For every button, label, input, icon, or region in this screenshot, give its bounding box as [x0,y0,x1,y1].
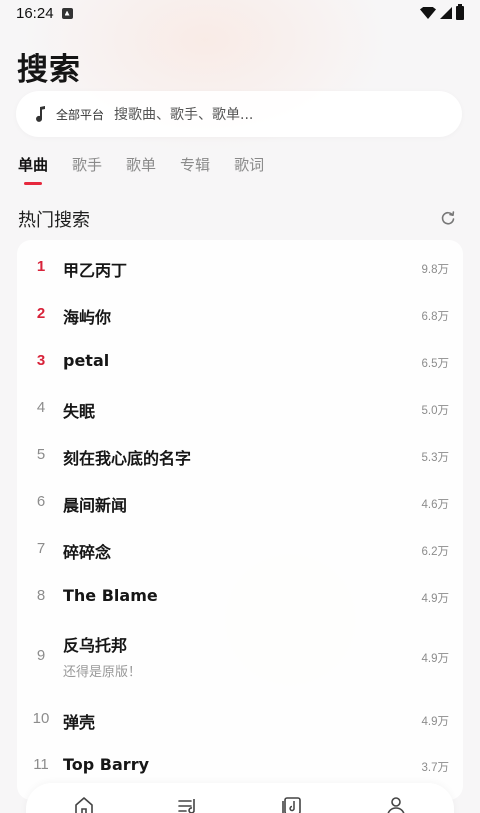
refresh-icon[interactable] [440,210,456,226]
song-title: 甲乙丙丁 [63,261,128,280]
search-count: 6.8万 [421,311,450,323]
tab-lyrics[interactable]: 歌词 [234,154,264,175]
list-item[interactable]: 4 失眠 5.0万 [17,396,463,422]
signal-icon [440,7,452,19]
platform-selector[interactable]: 全部平台 [56,106,104,123]
search-count: 4.9万 [421,593,450,605]
search-tabs: 单曲 歌手 歌单 专辑 歌词 [18,154,264,185]
bottom-nav [26,783,454,813]
hot-search-title: 热门搜索 [18,210,90,231]
status-time: 16:24 [16,4,54,22]
list-item[interactable]: 1 甲乙丙丁 9.8万 [17,255,463,281]
list-item[interactable]: 7 碎碎念 6.2万 [17,537,463,563]
tab-artists[interactable]: 歌手 [72,154,102,175]
song-title: 失眠 [63,402,96,421]
hot-search-list: 1 甲乙丙丁 9.8万 2 海屿你 6.8万 3 petal 6.5万 4 失眠… [17,240,463,800]
profile-icon[interactable] [385,795,407,813]
search-bar[interactable]: 全部平台 搜歌曲、歌手、歌单... [16,91,462,137]
song-title: 晨间新闻 [63,496,128,515]
song-title: petal [63,351,110,370]
list-item[interactable]: 6 晨间新闻 4.6万 [17,490,463,516]
rank-number: 5 [36,446,46,463]
list-item[interactable]: 9 反乌托邦 还得是原版！ 4.9万 [17,630,463,682]
song-title: Top Barry [63,755,150,774]
music-library-icon[interactable] [281,795,303,813]
rank-number: 4 [36,399,46,416]
search-count: 4.6万 [421,499,450,511]
rank-number: 7 [36,540,46,557]
rank-number: 8 [36,587,46,604]
song-title: 刻在我心底的名字 [63,449,192,468]
battery-icon [456,4,464,20]
rank-number: 2 [36,305,46,322]
notification-icon [61,7,73,19]
search-count: 6.2万 [421,546,450,558]
music-note-icon [34,105,48,123]
song-title: The Blame [63,586,158,605]
search-count: 4.9万 [421,653,450,665]
tab-playlists[interactable]: 歌单 [126,154,156,175]
tab-songs[interactable]: 单曲 [18,154,48,185]
list-item[interactable]: 5 刻在我心底的名字 5.3万 [17,443,463,469]
playlist-icon[interactable] [177,795,199,813]
search-count: 3.7万 [421,762,450,774]
rank-number: 3 [36,352,46,369]
rank-number: 9 [36,647,46,664]
tab-albums[interactable]: 专辑 [180,154,210,175]
search-count: 6.5万 [421,358,450,370]
rank-number: 10 [32,710,50,727]
search-count: 9.8万 [421,264,450,276]
list-item[interactable]: 11 Top Barry 3.7万 [17,753,463,779]
home-icon[interactable] [73,795,95,813]
search-count: 5.0万 [421,405,450,417]
song-title: 弹壳 [63,713,96,732]
search-count: 4.9万 [421,716,450,728]
song-title: 碎碎念 [63,543,112,562]
rank-number: 11 [33,756,49,773]
wifi-icon [420,7,436,19]
song-title: 海屿你 [63,308,112,327]
list-item[interactable]: 2 海屿你 6.8万 [17,302,463,328]
search-input[interactable]: 搜歌曲、歌手、歌单... [114,104,253,124]
rank-number: 1 [36,258,46,275]
song-subtitle: 还得是原版！ [63,665,142,680]
list-item[interactable]: 3 petal 6.5万 [17,349,463,375]
status-indicators [420,4,464,20]
page-title: 搜索 [17,52,81,88]
list-item[interactable]: 10 弹壳 4.9万 [17,707,463,733]
list-item[interactable]: 8 The Blame 4.9万 [17,584,463,610]
rank-number: 6 [36,493,46,510]
search-count: 5.3万 [421,452,450,464]
status-bar: 16:24 [0,0,480,26]
song-title: 反乌托邦 [63,636,128,655]
